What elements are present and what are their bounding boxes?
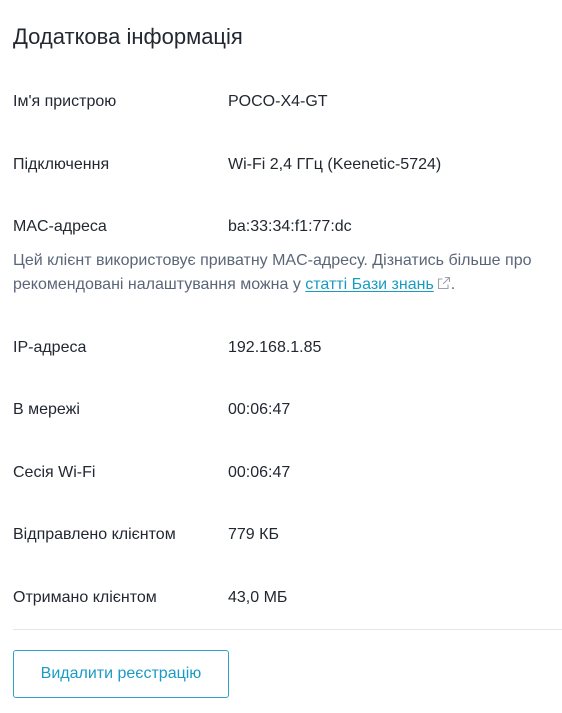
detail-value: Wi-Fi 2,4 ГГц (Keenetic-5724) bbox=[228, 156, 442, 173]
detail-value: 00:06:47 bbox=[228, 464, 291, 481]
knowledge-base-link[interactable]: статті Бази знань bbox=[305, 276, 434, 293]
detail-value: POCO-X4-GT bbox=[228, 93, 328, 110]
section-title: Додаткова інформація bbox=[13, 24, 243, 49]
detail-label: MAC-адреса bbox=[13, 218, 107, 235]
detail-label: Підключення bbox=[13, 156, 110, 173]
knowledge-base-link-label: статті Бази знань bbox=[305, 276, 434, 293]
detail-label: В мережі bbox=[13, 401, 80, 418]
unregister-button[interactable]: Видалити реєстрацію bbox=[13, 650, 229, 698]
external-link-icon bbox=[437, 276, 450, 290]
detail-label: Відправлено клієнтом bbox=[13, 526, 176, 543]
detail-label: Сесія Wi-Fi bbox=[13, 464, 96, 481]
additional-info-panel: Додаткова інформація Ім'я пристрою POCO-… bbox=[0, 0, 562, 713]
detail-label: IP-адреса bbox=[13, 339, 87, 356]
detail-label: Отримано клієнтом bbox=[13, 589, 157, 606]
divider bbox=[13, 629, 562, 630]
note-text-end: . bbox=[450, 276, 456, 293]
detail-value: 192.168.1.85 bbox=[228, 339, 322, 356]
detail-value: 779 КБ bbox=[228, 526, 279, 543]
detail-row-connection: Підключення Wi-Fi 2,4 ГГц (Keenetic-5724… bbox=[13, 153, 562, 177]
detail-row-online-time: В мережі 00:06:47 bbox=[13, 398, 562, 422]
detail-row-ip-address: IP-адреса 192.168.1.85 bbox=[13, 336, 562, 360]
detail-row-device-name: Ім'я пристрою POCO-X4-GT bbox=[13, 90, 562, 114]
detail-row-wifi-session: Сесія Wi-Fi 00:06:47 bbox=[13, 461, 562, 485]
detail-value: 43,0 МБ bbox=[228, 589, 288, 606]
detail-row-received: Отримано клієнтом 43,0 МБ bbox=[13, 586, 562, 610]
private-mac-note: Цей клієнт використовує приватну MAC-адр… bbox=[13, 249, 558, 297]
detail-value: ba:33:34:f1:77:dc bbox=[228, 218, 352, 235]
detail-row-mac-address: MAC-адреса ba:33:34:f1:77:dc bbox=[13, 215, 562, 239]
detail-value: 00:06:47 bbox=[228, 401, 291, 418]
detail-label: Ім'я пристрою bbox=[13, 93, 117, 110]
detail-row-sent: Відправлено клієнтом 779 КБ bbox=[13, 523, 562, 547]
